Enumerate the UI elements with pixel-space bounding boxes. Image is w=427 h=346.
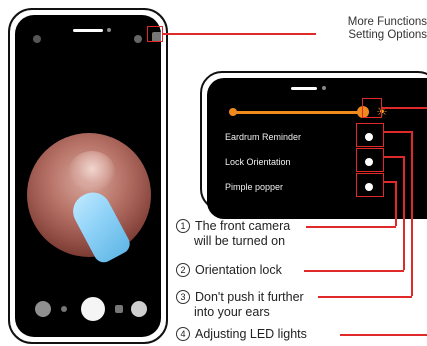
- feature-number: 3: [176, 290, 190, 304]
- camera-screen: [15, 15, 161, 337]
- brightness-slider[interactable]: [233, 111, 361, 114]
- setting-lock-orientation: Lock Orientation: [225, 157, 291, 167]
- feature-number: 1: [176, 219, 190, 233]
- menu-icon[interactable]: [115, 305, 123, 313]
- connector-feature-1: [306, 226, 396, 228]
- connector-feature-4: [340, 334, 427, 336]
- connector-eardrum-v: [411, 131, 413, 296]
- feature-text: Adjusting LED lights: [195, 327, 307, 341]
- phone-left: [8, 8, 168, 344]
- gallery-icon[interactable]: [35, 301, 51, 317]
- ear-camera-view: [27, 133, 151, 266]
- capture-icon[interactable]: [131, 301, 147, 317]
- notch-speaker: [291, 87, 317, 90]
- camera-toolbar: [35, 295, 147, 323]
- earpick-tip: [66, 186, 134, 266]
- connector-lock-h: [384, 156, 404, 158]
- setting-eardrum-reminder: Eardrum Reminder: [225, 132, 302, 142]
- sun-highlight-box: [362, 98, 382, 118]
- settings-highlight-box: [147, 26, 163, 42]
- connector-eardrum-h: [384, 131, 412, 133]
- ear-canal: [69, 151, 115, 191]
- feature-text-2: will be turned on: [194, 234, 286, 248]
- notch-camera: [107, 28, 111, 32]
- feature-text: Orientation lock: [195, 263, 282, 277]
- connector-feature-3: [318, 296, 412, 298]
- feature-dont-push: 3 Don't push it further into your ears: [176, 290, 304, 320]
- connector-feature-2: [304, 270, 404, 272]
- more-functions-label: More Functions: [347, 16, 427, 28]
- callout-line-top: [163, 33, 316, 35]
- more-functions-callout: More Functions Setting Options: [348, 16, 427, 42]
- record-icon[interactable]: [134, 35, 142, 43]
- feature-orientation-lock: 2 Orientation lock: [176, 263, 282, 278]
- notch-camera: [322, 86, 326, 90]
- phone-right: ☀ Eardrum Reminder Lock Orientation Pimp…: [200, 71, 427, 219]
- small-dot-icon[interactable]: [61, 306, 67, 312]
- feature-text: Don't push it further: [195, 290, 304, 304]
- feature-text-2: into your ears: [194, 305, 270, 319]
- setting-options-label: Setting Options: [348, 29, 427, 41]
- feature-led-lights: 4 Adjusting LED lights: [176, 327, 307, 342]
- eardrum-toggle-highlight-box: [356, 123, 384, 147]
- connector-pimple-v: [395, 181, 397, 226]
- pimple-toggle-highlight-box: [356, 173, 384, 197]
- notch-speaker: [73, 29, 103, 32]
- settings-screen: ☀ Eardrum Reminder Lock Orientation Pimp…: [207, 78, 427, 219]
- shutter-icon[interactable]: [81, 297, 105, 321]
- status-icon: [33, 35, 41, 43]
- feature-number: 2: [176, 263, 190, 277]
- lock-toggle-highlight-box: [356, 148, 384, 172]
- connector-lock-v: [403, 156, 405, 270]
- feature-number: 4: [176, 327, 190, 341]
- setting-pimple-popper: Pimple popper: [225, 182, 284, 192]
- connector-sun: [382, 107, 427, 109]
- feature-text: The front camera: [195, 219, 291, 233]
- feature-front-camera: 1 The front camera will be turned on: [176, 219, 290, 249]
